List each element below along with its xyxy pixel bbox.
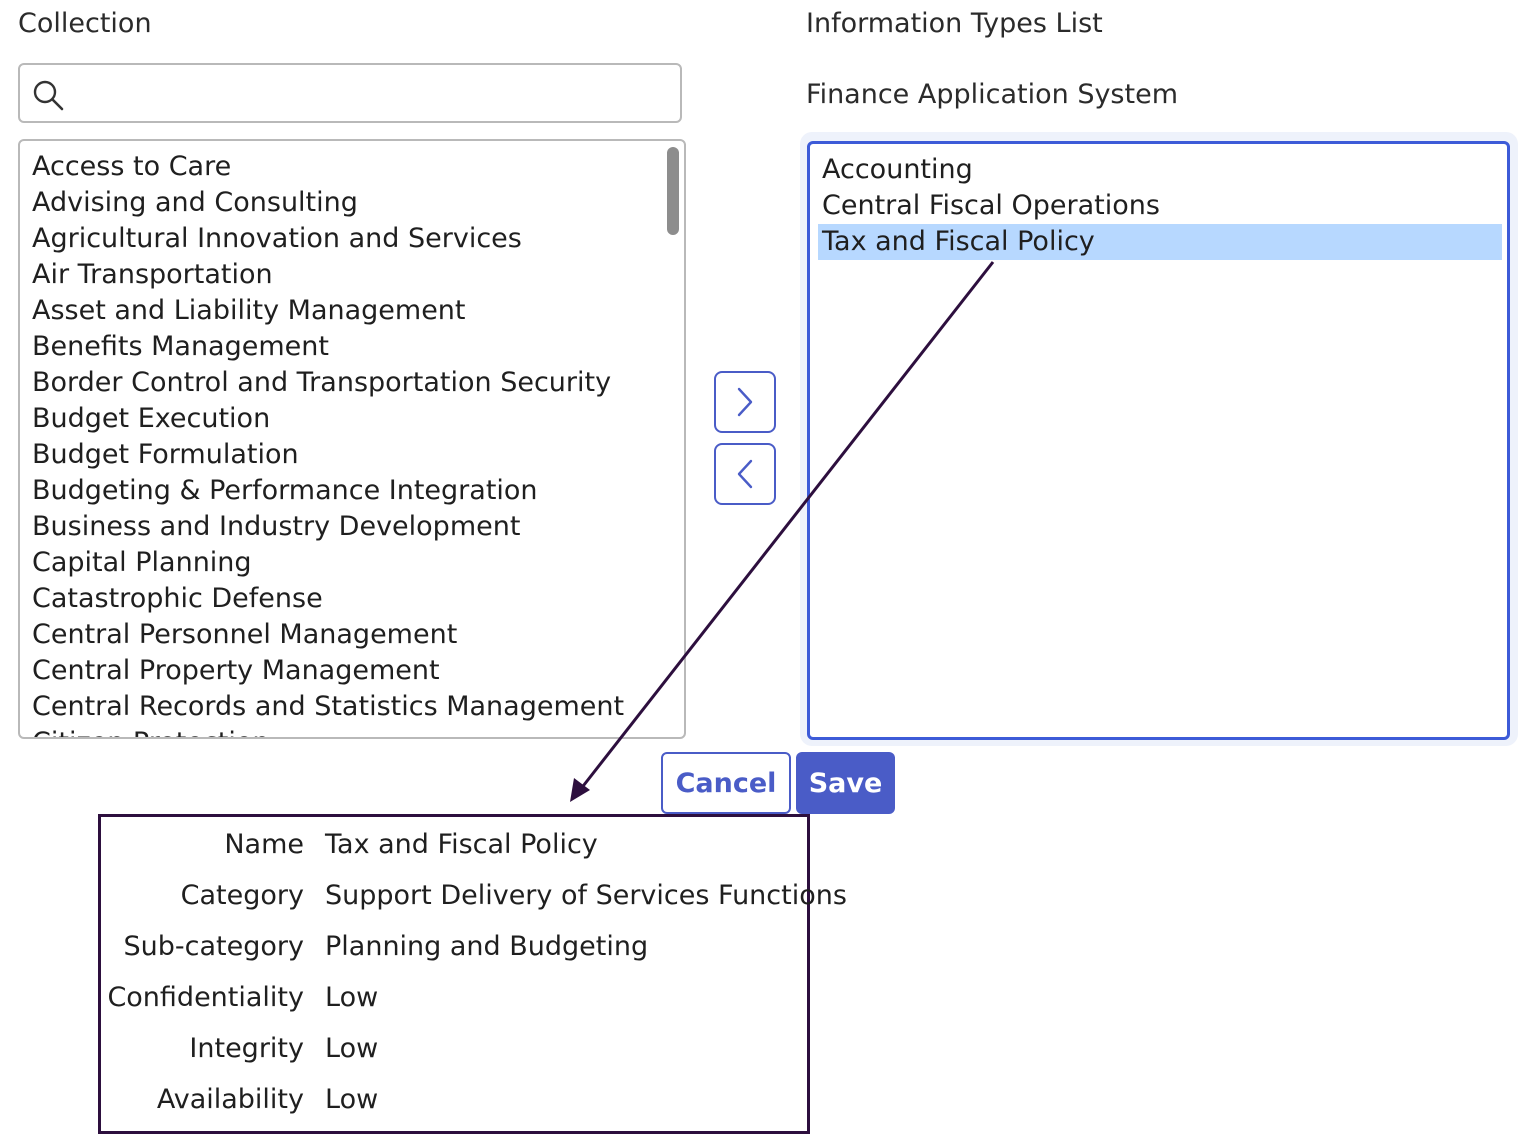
info-types-heading: Information Types List xyxy=(806,8,1103,39)
detail-label: Confidentiality xyxy=(107,982,304,1013)
collection-item[interactable]: Air Transportation xyxy=(32,257,624,293)
collection-item[interactable]: Asset and Liability Management xyxy=(32,293,624,329)
chevron-left-icon xyxy=(737,459,753,489)
info-types-list[interactable]: Accounting Central Fiscal Operations Tax… xyxy=(807,141,1510,740)
detail-value: Planning and Budgeting xyxy=(325,931,649,962)
info-type-item-selected[interactable]: Tax and Fiscal Policy xyxy=(818,224,1502,260)
collection-item[interactable]: Central Property Management xyxy=(32,653,624,689)
collection-item[interactable]: Central Records and Statistics Managemen… xyxy=(32,689,624,725)
remove-from-list-button[interactable] xyxy=(714,443,776,505)
collection-list[interactable]: Access to Care Advising and Consulting A… xyxy=(18,139,686,739)
details-callout: Name Tax and Fiscal Policy Category Supp… xyxy=(98,814,847,1134)
info-type-item[interactable]: Central Fiscal Operations xyxy=(818,188,1502,224)
chevron-right-icon xyxy=(737,387,753,417)
collection-item[interactable]: Business and Industry Development xyxy=(32,509,624,545)
detail-value: Support Delivery of Services Functions xyxy=(325,880,847,911)
search-icon xyxy=(33,80,64,111)
collection-item[interactable]: Border Control and Transportation Securi… xyxy=(32,365,624,401)
detail-label: Sub-category xyxy=(123,931,304,962)
collection-item[interactable]: Agricultural Innovation and Services xyxy=(32,221,624,257)
collection-item[interactable]: Access to Care xyxy=(32,149,624,185)
detail-label: Availability xyxy=(156,1084,304,1115)
collection-item[interactable]: Capital Planning xyxy=(32,545,624,581)
detail-label: Name xyxy=(224,829,304,860)
collection-heading: Collection xyxy=(18,8,152,39)
detail-row-subcategory: Sub-category Planning and Budgeting xyxy=(101,927,807,967)
cancel-button[interactable]: Cancel xyxy=(661,752,791,814)
detail-label: Category xyxy=(180,880,304,911)
detail-row-confidentiality: Confidentiality Low xyxy=(101,978,807,1018)
detail-row-availability: Availability Low xyxy=(101,1080,807,1120)
collection-item[interactable]: Central Personnel Management xyxy=(32,617,624,653)
collection-item[interactable]: Budget Execution xyxy=(32,401,624,437)
detail-row-name: Name Tax and Fiscal Policy xyxy=(101,825,807,865)
collection-item[interactable]: Budgeting & Performance Integration xyxy=(32,473,624,509)
collection-search-box[interactable] xyxy=(18,63,682,123)
detail-row-integrity: Integrity Low xyxy=(101,1029,807,1069)
collection-scrollbar-thumb[interactable] xyxy=(667,147,679,235)
save-button[interactable]: Save xyxy=(796,752,895,814)
collection-item[interactable]: Advising and Consulting xyxy=(32,185,624,221)
detail-value: Low xyxy=(325,1084,379,1115)
system-name: Finance Application System xyxy=(806,79,1179,110)
add-to-list-button[interactable] xyxy=(714,371,776,433)
detail-value: Low xyxy=(325,982,379,1013)
collection-item[interactable]: Benefits Management xyxy=(32,329,624,365)
detail-value: Low xyxy=(325,1033,379,1064)
info-type-item[interactable]: Accounting xyxy=(818,152,1502,188)
detail-row-category: Category Support Delivery of Services Fu… xyxy=(101,876,847,916)
arrow-head-icon xyxy=(570,778,590,802)
collection-item[interactable]: Budget Formulation xyxy=(32,437,624,473)
detail-label: Integrity xyxy=(189,1033,304,1064)
collection-item[interactable]: Citizen Protection xyxy=(32,725,624,737)
detail-value: Tax and Fiscal Policy xyxy=(325,829,598,860)
collection-search-input[interactable] xyxy=(76,71,670,117)
collection-item[interactable]: Catastrophic Defense xyxy=(32,581,624,617)
